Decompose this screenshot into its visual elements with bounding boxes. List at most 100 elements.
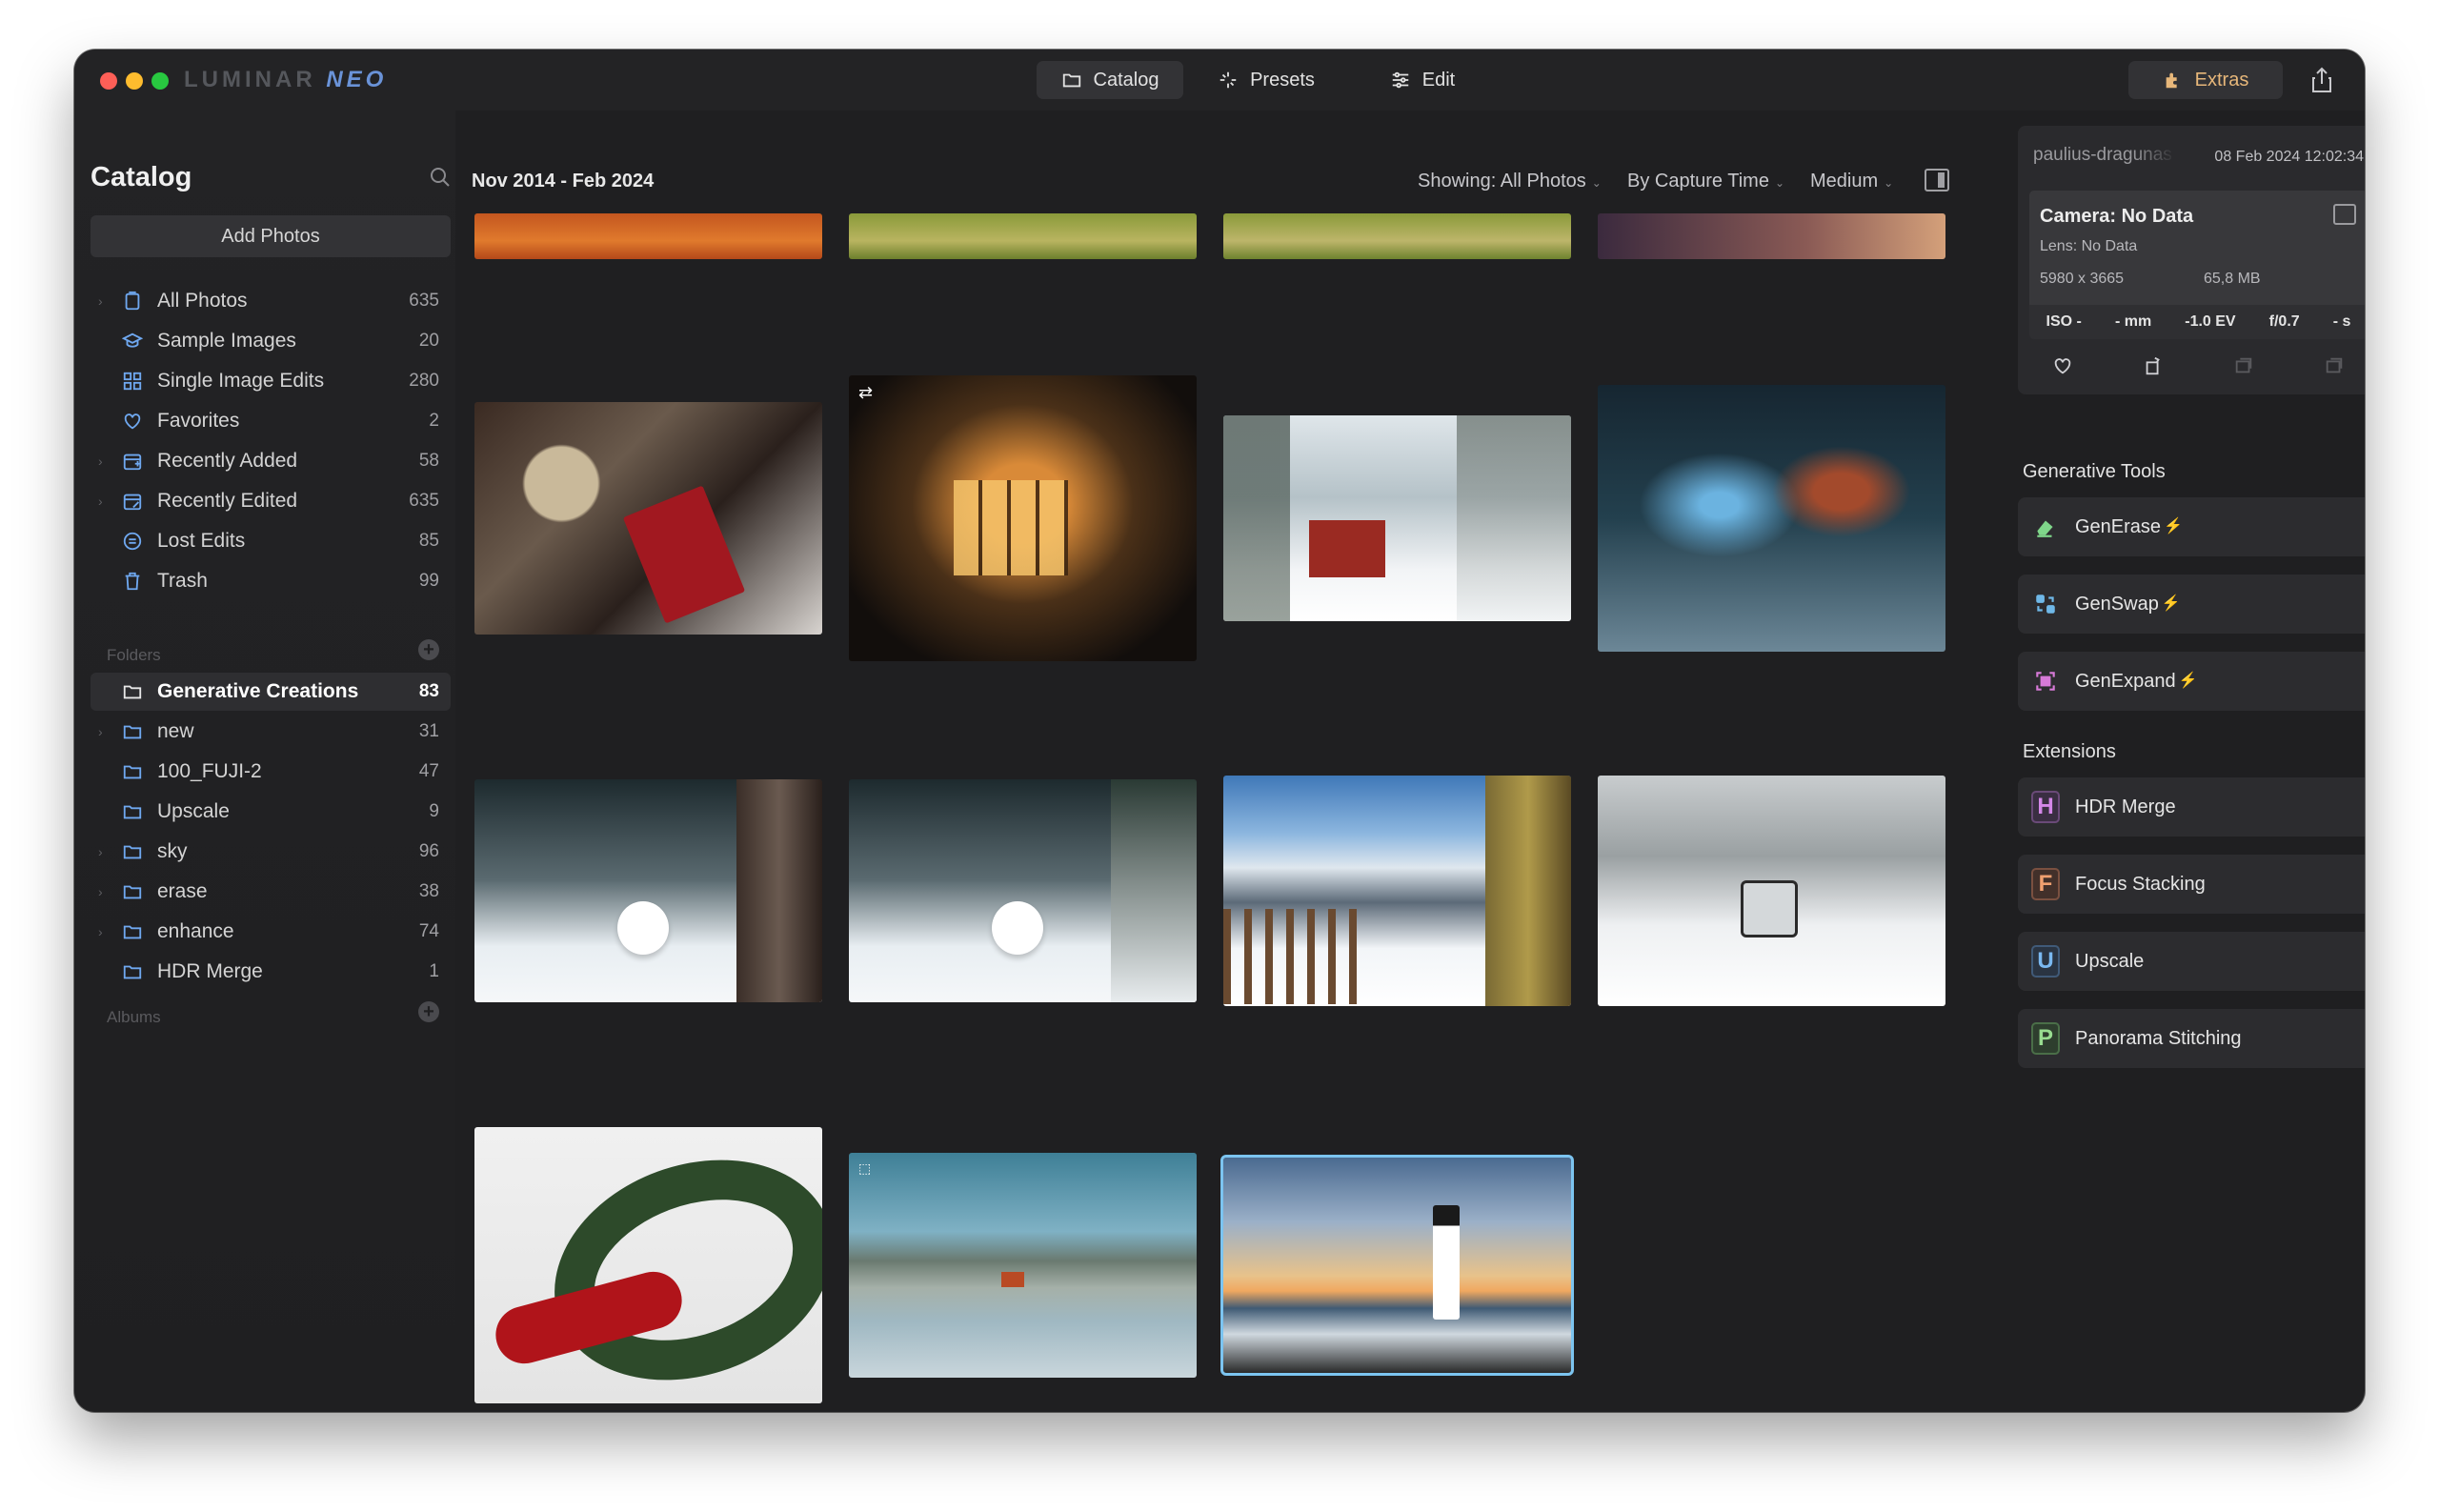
tab-catalog[interactable]: Catalog	[1037, 61, 1183, 99]
chevron-right-icon[interactable]: ›	[98, 724, 110, 739]
exif-strip: ISO - - mm -1.0 EV f/0.7 - s	[2029, 305, 2365, 339]
sidebar-item-single-image-edits[interactable]: Single Image Edits 280	[91, 362, 451, 400]
zoom-window-button[interactable]	[151, 72, 169, 90]
folder-new[interactable]: › new 31	[91, 713, 451, 751]
folder-enhance[interactable]: › enhance 74	[91, 913, 451, 951]
sidebar-item-trash[interactable]: Trash 99	[91, 562, 451, 600]
photo-night-street[interactable]	[1598, 385, 1945, 652]
photo-author: paulius-dragunas	[2033, 145, 2172, 165]
genswap-icon	[2031, 590, 2060, 618]
app-window: LUMINAR NEO Catalog Presets Edit Extras …	[74, 50, 2365, 1412]
heart-icon[interactable]	[2052, 355, 2073, 376]
window-shape	[954, 480, 1068, 575]
chevron-right-icon[interactable]: ›	[98, 454, 110, 469]
folders-heading: Folders	[107, 646, 161, 664]
close-window-button[interactable]	[100, 72, 117, 90]
heart-icon	[121, 410, 144, 433]
share-button[interactable]	[2306, 63, 2338, 97]
right-panel: paulius-dragunas 08 Feb 2024 12:02:34 Ca…	[2013, 111, 2365, 1412]
chevron-down-icon: ⌄	[1774, 176, 1785, 190]
folder-icon	[121, 840, 144, 863]
photo-field-top-1[interactable]	[849, 213, 1197, 259]
filesize-label: 65,8 MB	[2204, 271, 2261, 287]
focus-stacking-icon: F	[2031, 868, 2060, 900]
sidebar-item-sample-images[interactable]: Sample Images 20	[91, 322, 451, 360]
extension-focus-stacking[interactable]: F Focus Stacking	[2018, 855, 2365, 914]
folder-icon	[121, 720, 144, 743]
exif-shutter: - s	[2332, 313, 2351, 330]
photo-shop-window[interactable]: ⇄	[849, 375, 1197, 661]
extension-hdr-merge[interactable]: H HDR Merge	[2018, 777, 2365, 837]
folder-100-fuji-2[interactable]: 100_FUJI-2 47	[91, 753, 451, 791]
copy-icon[interactable]	[2233, 355, 2254, 376]
photo-cozy-book[interactable]	[474, 402, 822, 635]
tab-presets[interactable]: Presets	[1193, 61, 1340, 99]
tab-edit[interactable]: Edit	[1349, 61, 1496, 99]
calendar-edit-icon	[121, 490, 144, 513]
rotate-icon[interactable]	[2143, 355, 2164, 376]
photo-dog-snow-1[interactable]	[474, 779, 822, 1002]
sparkle-icon	[1220, 71, 1237, 89]
folder-icon	[121, 920, 144, 943]
sidebar-item-recently-added[interactable]: › Recently Added 58	[91, 442, 451, 480]
bolt-icon: ⚡	[2178, 672, 2198, 689]
tree-trunk	[736, 779, 822, 1002]
showing-dropdown[interactable]: Showing: All Photos ⌄	[1418, 171, 1602, 192]
search-icon[interactable]	[429, 166, 452, 189]
lost-edits-icon	[121, 530, 144, 553]
chevron-right-icon[interactable]: ›	[98, 924, 110, 939]
sort-dropdown[interactable]: By Capture Time ⌄	[1627, 171, 1784, 192]
sliders-icon	[1392, 71, 1409, 89]
genexpand-button[interactable]: GenExpand ⚡	[2018, 652, 2365, 711]
photo-lake-house[interactable]: ⬚	[849, 1153, 1197, 1378]
sidebar-item-favorites[interactable]: Favorites 2	[91, 402, 451, 440]
photo-red-cabin[interactable]	[1223, 415, 1571, 621]
photo-mountain-fence[interactable]	[1223, 776, 1571, 1006]
thumb-size-dropdown[interactable]: Medium ⌄	[1810, 171, 1893, 192]
photo-wreath[interactable]	[474, 1127, 822, 1403]
folder-sky[interactable]: › sky 96	[91, 833, 451, 871]
add-folder-button[interactable]: +	[418, 639, 439, 660]
chevron-right-icon[interactable]: ›	[98, 293, 110, 309]
paste-icon[interactable]	[2324, 355, 2345, 376]
book-shape	[622, 485, 746, 624]
add-album-button[interactable]: +	[418, 1001, 439, 1022]
calendar-plus-icon	[121, 450, 144, 473]
generative-tools-heading: Generative Tools	[2023, 461, 2166, 482]
info-actions	[2018, 347, 2365, 385]
sidebar-item-recently-edited[interactable]: › Recently Edited 635	[91, 482, 451, 520]
folder-hdr-merge[interactable]: HDR Merge 1	[91, 953, 451, 991]
expand-info-icon[interactable]	[2333, 204, 2356, 225]
extras-button[interactable]: Extras	[2128, 61, 2283, 99]
panel-toggle-icon[interactable]	[1925, 169, 1949, 192]
generase-button[interactable]: GenErase ⚡	[2018, 497, 2365, 556]
photo-lighthouse[interactable]	[1220, 1155, 1574, 1376]
dimensions-label: 5980 x 3665	[2040, 271, 2125, 287]
photo-sunset-top[interactable]	[1598, 213, 1945, 259]
sidebar-item-lost-edits[interactable]: Lost Edits 85	[91, 522, 451, 560]
folder-erase[interactable]: › erase 38	[91, 873, 451, 911]
photos-icon	[121, 290, 144, 312]
folder-generative-creations[interactable]: Generative Creations 83	[91, 673, 451, 711]
chevron-right-icon[interactable]: ›	[98, 494, 110, 509]
extension-panorama-stitching[interactable]: P Panorama Stitching	[2018, 1009, 2365, 1068]
exif-aperture: f/0.7	[2268, 313, 2300, 330]
jeep-shape	[1741, 880, 1798, 937]
share-icon	[2312, 67, 2331, 92]
photo-field-top-2[interactable]	[1223, 213, 1571, 259]
chevron-right-icon[interactable]: ›	[98, 844, 110, 859]
photo-jeep-snow[interactable]	[1598, 776, 1945, 1006]
sidebar-item-all-photos[interactable]: › All Photos 635	[91, 282, 451, 320]
eraser-icon	[2031, 513, 2060, 541]
photo-desert-top[interactable]	[474, 213, 822, 259]
genswap-button[interactable]: GenSwap ⚡	[2018, 575, 2365, 634]
dog-shape	[992, 901, 1043, 955]
sidebar: Catalog Add Photos › All Photos 635 Samp…	[74, 111, 455, 1412]
extension-upscale[interactable]: U Upscale	[2018, 932, 2365, 991]
folder-icon	[121, 800, 144, 823]
minimize-window-button[interactable]	[126, 72, 143, 90]
photo-dog-snow-2[interactable]	[849, 779, 1197, 1002]
chevron-right-icon[interactable]: ›	[98, 884, 110, 899]
folder-upscale[interactable]: Upscale 9	[91, 793, 451, 831]
add-photos-button[interactable]: Add Photos	[91, 215, 451, 257]
